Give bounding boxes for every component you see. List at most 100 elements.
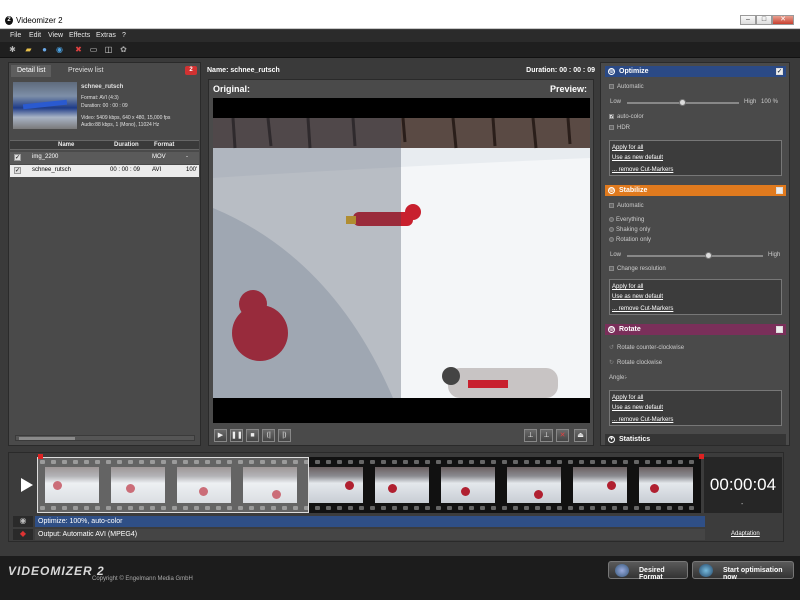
clip-duration: Duration: 00 : 00 : 09 (526, 67, 595, 74)
maximize-button[interactable]: □ (756, 15, 772, 25)
next-marker-button[interactable]: |⟩ (278, 429, 291, 442)
apply-for-all-link[interactable]: Apply for all (612, 284, 643, 290)
cut-marker-start-icon[interactable]: ⊥ (524, 429, 537, 442)
stabilize-slider[interactable] (627, 252, 763, 259)
radio-everything[interactable]: Everything (609, 217, 644, 223)
globe-icon[interactable]: ● (40, 46, 49, 54)
videomizer-logo: VIDEOMIZER 2 (8, 564, 105, 578)
output-icon[interactable]: ◆ (13, 529, 33, 540)
list-item[interactable]: ✓ img_2200 MOV - (10, 152, 199, 164)
video-frame[interactable] (213, 98, 590, 423)
row-checkbox[interactable]: ✓ (14, 167, 21, 174)
optimize-high-label: High (744, 99, 757, 105)
optimize-percent: 100 % (761, 99, 779, 105)
tab-detail-list[interactable]: Detail list (11, 65, 52, 77)
tab-preview-list[interactable]: Preview list (62, 65, 109, 77)
row-checkbox[interactable]: ✓ (14, 154, 21, 161)
radio-rotation-only[interactable]: Rotation only (609, 237, 651, 243)
single-view-icon[interactable]: ▭ (89, 46, 98, 54)
film-sprocket-hole (513, 506, 518, 510)
film-sprocket-hole (502, 460, 507, 464)
column-duration[interactable]: Duration (114, 142, 139, 148)
menu-effects[interactable]: Effects (69, 32, 90, 39)
clip-name: Name: schnee_rutsch (207, 67, 280, 74)
section-statistics[interactable]: ▾ Statistics (605, 434, 786, 445)
menu-edit[interactable]: Edit (29, 32, 41, 39)
cut-marker-start[interactable] (38, 454, 43, 459)
film-sprocket-hole (480, 506, 485, 510)
rotate-cw-icon: ↻ (609, 360, 615, 366)
stabilize-automatic[interactable]: Automatic (609, 203, 644, 209)
section-rotate[interactable]: ◎ Rotate (605, 324, 786, 335)
optimize-auto-color[interactable]: ✓ auto-color (609, 114, 644, 120)
column-format[interactable]: Format (154, 142, 174, 148)
remove-cut-markers-link[interactable]: ... remove Cut-Markers (612, 306, 673, 312)
list-item-selected[interactable]: ✓ schnee_rutsch 00 : 00 : 09 AVI 100' (10, 165, 199, 177)
visibility-eye-icon[interactable]: ◉ (13, 516, 33, 527)
split-view-icon[interactable]: ◫ (104, 46, 113, 54)
film-sprocket-hole (601, 460, 606, 464)
stop-button[interactable]: ■ (246, 429, 259, 442)
menu-view[interactable]: View (48, 32, 63, 39)
frame-figure (607, 481, 616, 490)
desired-format-button[interactable]: Desired Format (608, 561, 688, 581)
refresh-icon[interactable]: ◉ (55, 46, 64, 54)
play-button[interactable]: ▶ (214, 429, 227, 442)
use-as-default-link[interactable]: Use as new default (612, 294, 663, 300)
stabilize-checkbox[interactable] (776, 187, 783, 194)
optimize-automatic[interactable]: Automatic (609, 84, 644, 90)
frame-figure (650, 484, 659, 493)
section-stabilize[interactable]: ◎ Stabilize (605, 185, 786, 196)
close-button[interactable]: ✕ (772, 15, 794, 25)
adaptation-link[interactable]: Adaptation (731, 531, 760, 537)
apply-for-all-link[interactable]: Apply for all (612, 145, 643, 151)
minimize-button[interactable]: – (740, 15, 756, 25)
open-folder-icon[interactable]: ▰ (24, 46, 33, 54)
film-sprocket-hole (469, 506, 474, 510)
stabilize-slider-knob[interactable] (704, 252, 712, 259)
menu-extras[interactable]: Extras (96, 32, 116, 39)
eject-icon[interactable]: ⏏ (574, 429, 587, 442)
horizontal-scrollbar[interactable] (15, 435, 195, 441)
stabilize-icon: ◎ (608, 187, 615, 194)
remove-marker-icon[interactable]: ✕ (556, 429, 569, 442)
film-sprocket-hole (612, 506, 617, 510)
remove-cut-markers-link[interactable]: ... remove Cut-Markers (612, 167, 673, 173)
optimize-slider[interactable] (627, 99, 739, 106)
cut-marker-end-icon[interactable]: ⊥ (540, 429, 553, 442)
film-sprocket-hole (502, 506, 507, 510)
prev-marker-button[interactable]: ⟨| (262, 429, 275, 442)
pause-button[interactable]: ❚❚ (230, 429, 243, 442)
optimize-checkbox[interactable]: ✓ (776, 68, 783, 75)
optimize-slider-knob[interactable] (679, 99, 686, 106)
radio-shaking-only[interactable]: Shaking only (609, 227, 650, 233)
column-name[interactable]: Name (58, 142, 74, 148)
settings-icon[interactable]: ✿ (119, 46, 128, 54)
section-optimize[interactable]: ◎ Optimize ✓ (605, 66, 786, 77)
film-sprocket-hole (667, 460, 672, 464)
film-sprocket-hole (645, 460, 650, 464)
selected-range[interactable] (37, 457, 310, 513)
rotate-ccw-button[interactable]: ↺ Rotate counter-clockwise (609, 344, 684, 351)
apply-for-all-link[interactable]: Apply for all (612, 395, 643, 401)
optimize-low-label: Low (610, 99, 622, 105)
timeline-play-button[interactable] (13, 457, 39, 513)
statistics-icon: ▾ (608, 436, 615, 443)
optimize-title: Optimize (619, 68, 649, 75)
start-optimisation-button[interactable]: Start optimisation now (692, 561, 794, 581)
scrollbar-thumb[interactable] (19, 437, 75, 440)
use-as-default-link[interactable]: Use as new default (612, 155, 663, 161)
rotate-cw-button[interactable]: ↻ Rotate clockwise (609, 359, 662, 366)
film-sprocket-hole (403, 506, 408, 510)
rotate-checkbox[interactable] (776, 326, 783, 333)
optimize-hdr[interactable]: HDR (609, 125, 630, 131)
remove-cut-markers-link[interactable]: ... remove Cut-Markers (612, 417, 673, 423)
filmstrip-frame (375, 467, 429, 503)
delete-icon[interactable]: ✖ (74, 46, 83, 54)
film-sprocket-hole (359, 460, 364, 464)
menu-help[interactable]: ? (122, 32, 126, 39)
menu-file[interactable]: File (10, 32, 21, 39)
change-resolution[interactable]: Change resolution (609, 266, 666, 272)
add-file-icon[interactable]: ✱ (8, 46, 17, 54)
use-as-default-link[interactable]: Use as new default (612, 405, 663, 411)
